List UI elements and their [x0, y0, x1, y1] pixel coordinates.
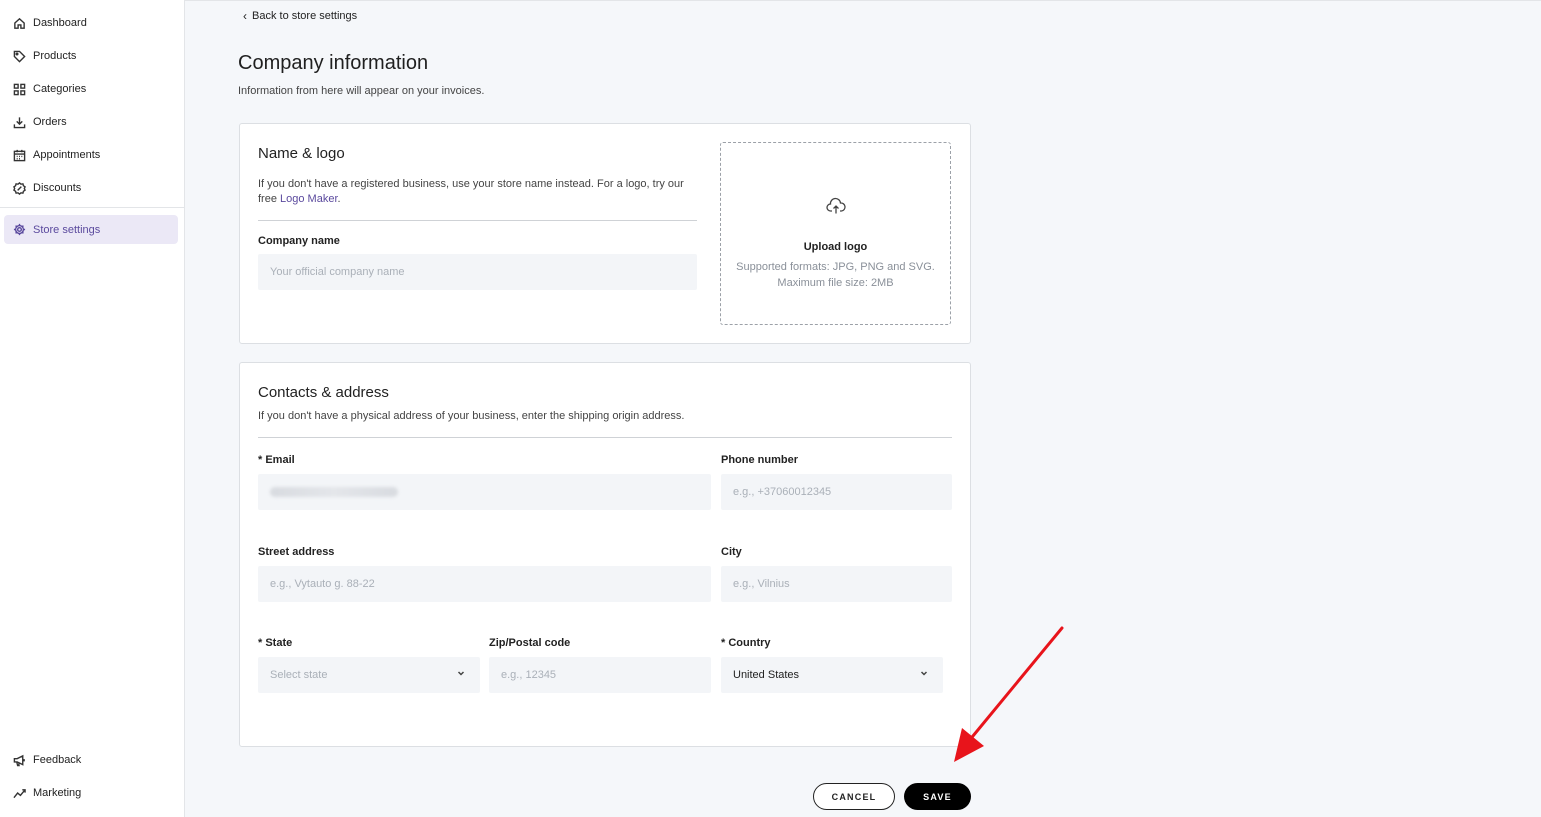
sidebar-item-discounts[interactable]: Discounts: [4, 174, 178, 202]
calendar-icon: [12, 148, 26, 162]
logo-maker-link[interactable]: Logo Maker: [280, 193, 337, 205]
sidebar-item-label: Store settings: [33, 223, 101, 236]
sidebar-item-marketing[interactable]: Marketing: [4, 779, 178, 807]
sidebar-item-label: Dashboard: [33, 17, 87, 29]
cancel-button[interactable]: CANCEL: [813, 783, 895, 810]
page-title: Company information: [238, 52, 429, 74]
sidebar-item-label: Marketing: [33, 787, 82, 799]
chevron-left-icon: ‹: [243, 9, 247, 23]
street-address-label: Street address: [258, 546, 335, 558]
upload-size: Maximum file size: 2MB: [777, 277, 894, 289]
sidebar-item-dashboard[interactable]: Dashboard: [4, 9, 178, 37]
sidebar: Dashboard Products Categories Orders App…: [0, 0, 185, 817]
country-select-value: United States: [733, 669, 800, 681]
description-suffix: .: [337, 193, 341, 205]
sidebar-item-appointments[interactable]: Appointments: [4, 141, 178, 169]
email-value-redacted: [270, 487, 398, 497]
sidebar-item-label: Categories: [33, 83, 87, 95]
country-select[interactable]: United States: [721, 657, 943, 693]
sidebar-item-label: Orders: [33, 116, 67, 128]
sidebar-item-feedback[interactable]: Feedback: [4, 746, 178, 774]
company-name-input[interactable]: Your official company name: [258, 254, 697, 290]
sidebar-item-orders[interactable]: Orders: [4, 108, 178, 136]
card-description: If you don't have a registered business,…: [258, 177, 698, 207]
email-label: * Email: [258, 454, 295, 466]
city-input[interactable]: e.g., Vilnius: [721, 566, 952, 602]
zip-code-label: Zip/Postal code: [489, 637, 571, 649]
cloud-upload-icon: [826, 197, 846, 215]
phone-number-input[interactable]: e.g., +37060012345: [721, 474, 952, 510]
email-field[interactable]: [258, 474, 711, 510]
contacts-address-card: Contacts & address If you don't have a p…: [239, 362, 971, 747]
back-to-store-settings-link[interactable]: ‹ Back to store settings: [243, 10, 357, 22]
upload-logo-dropzone[interactable]: Upload logo Supported formats: JPG, PNG …: [720, 142, 951, 325]
zip-code-input[interactable]: e.g., 12345: [489, 657, 711, 693]
sidebar-item-products[interactable]: Products: [4, 42, 178, 70]
sidebar-item-store-settings[interactable]: Store settings: [4, 215, 178, 244]
state-select[interactable]: Select state: [258, 657, 480, 693]
gear-icon: [12, 223, 26, 237]
card-title: Contacts & address: [258, 384, 389, 401]
divider: [258, 220, 697, 221]
trend-icon: [12, 786, 26, 800]
state-select-placeholder: Select state: [270, 669, 328, 681]
city-label: City: [721, 546, 742, 558]
chevron-down-icon: [919, 668, 931, 680]
card-description: If you don't have a physical address of …: [258, 410, 685, 422]
sidebar-item-label: Products: [33, 50, 77, 62]
home-icon: [12, 16, 26, 30]
state-label: * State: [258, 637, 293, 649]
tag-icon: [12, 49, 26, 63]
upload-logo-title: Upload logo: [803, 241, 868, 253]
sidebar-divider: [0, 207, 185, 208]
phone-number-label: Phone number: [721, 454, 799, 466]
save-button[interactable]: SAVE: [904, 783, 971, 810]
country-label: * Country: [721, 637, 771, 649]
megaphone-icon: [12, 753, 26, 767]
page-subtitle: Information from here will appear on you…: [238, 85, 485, 97]
back-link-label: Back to store settings: [252, 10, 358, 22]
card-title: Name & logo: [258, 145, 345, 162]
chevron-down-icon: [456, 668, 468, 680]
sidebar-item-label: Appointments: [33, 149, 101, 161]
company-name-label: Company name: [258, 235, 340, 247]
grid-icon: [12, 82, 26, 96]
divider: [258, 437, 952, 438]
upload-logo-info: Supported formats: JPG, PNG and SVG. Max…: [721, 259, 950, 291]
sidebar-item-label: Discounts: [33, 182, 82, 194]
badge-percent-icon: [12, 181, 26, 195]
sidebar-item-categories[interactable]: Categories: [4, 75, 178, 103]
download-icon: [12, 115, 26, 129]
name-logo-card: Name & logo If you don't have a register…: [239, 123, 971, 344]
upload-formats: Supported formats: JPG, PNG and SVG.: [736, 261, 935, 273]
sidebar-item-label: Feedback: [33, 754, 82, 766]
street-address-input[interactable]: e.g., Vytauto g. 88-22: [258, 566, 711, 602]
top-border: [185, 0, 1541, 1]
